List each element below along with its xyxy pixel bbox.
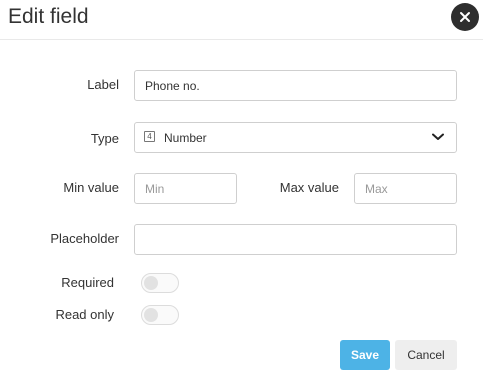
placeholder-input[interactable]: [134, 224, 457, 255]
type-selected-value: Number: [164, 130, 207, 145]
label-input[interactable]: [134, 70, 457, 101]
max-value-caption: Max value: [279, 180, 339, 195]
save-button[interactable]: Save: [340, 340, 390, 370]
min-value-input[interactable]: [134, 173, 237, 204]
min-value-caption: Min value: [63, 180, 119, 195]
required-caption: Required: [61, 275, 114, 290]
cancel-button[interactable]: Cancel: [395, 340, 457, 370]
required-toggle[interactable]: [141, 273, 179, 293]
dialog-title: Edit field: [8, 5, 89, 28]
toggle-knob: [144, 308, 158, 322]
max-value-input[interactable]: [354, 173, 457, 204]
close-button[interactable]: [451, 3, 479, 31]
type-select[interactable]: 4 Number: [134, 122, 457, 153]
label-field-caption: Label: [87, 77, 119, 92]
close-icon: [460, 12, 470, 22]
header-divider: [0, 39, 483, 40]
number-type-icon: 4: [144, 130, 155, 142]
type-field-caption: Type: [90, 131, 119, 146]
toggle-knob: [144, 276, 158, 290]
chevron-down-icon: [432, 133, 444, 140]
placeholder-caption: Placeholder: [50, 231, 119, 246]
read-only-caption: Read only: [55, 307, 114, 322]
edit-field-dialog: Edit field Label Type 4 Number Min value…: [0, 0, 483, 392]
read-only-toggle[interactable]: [141, 305, 179, 325]
